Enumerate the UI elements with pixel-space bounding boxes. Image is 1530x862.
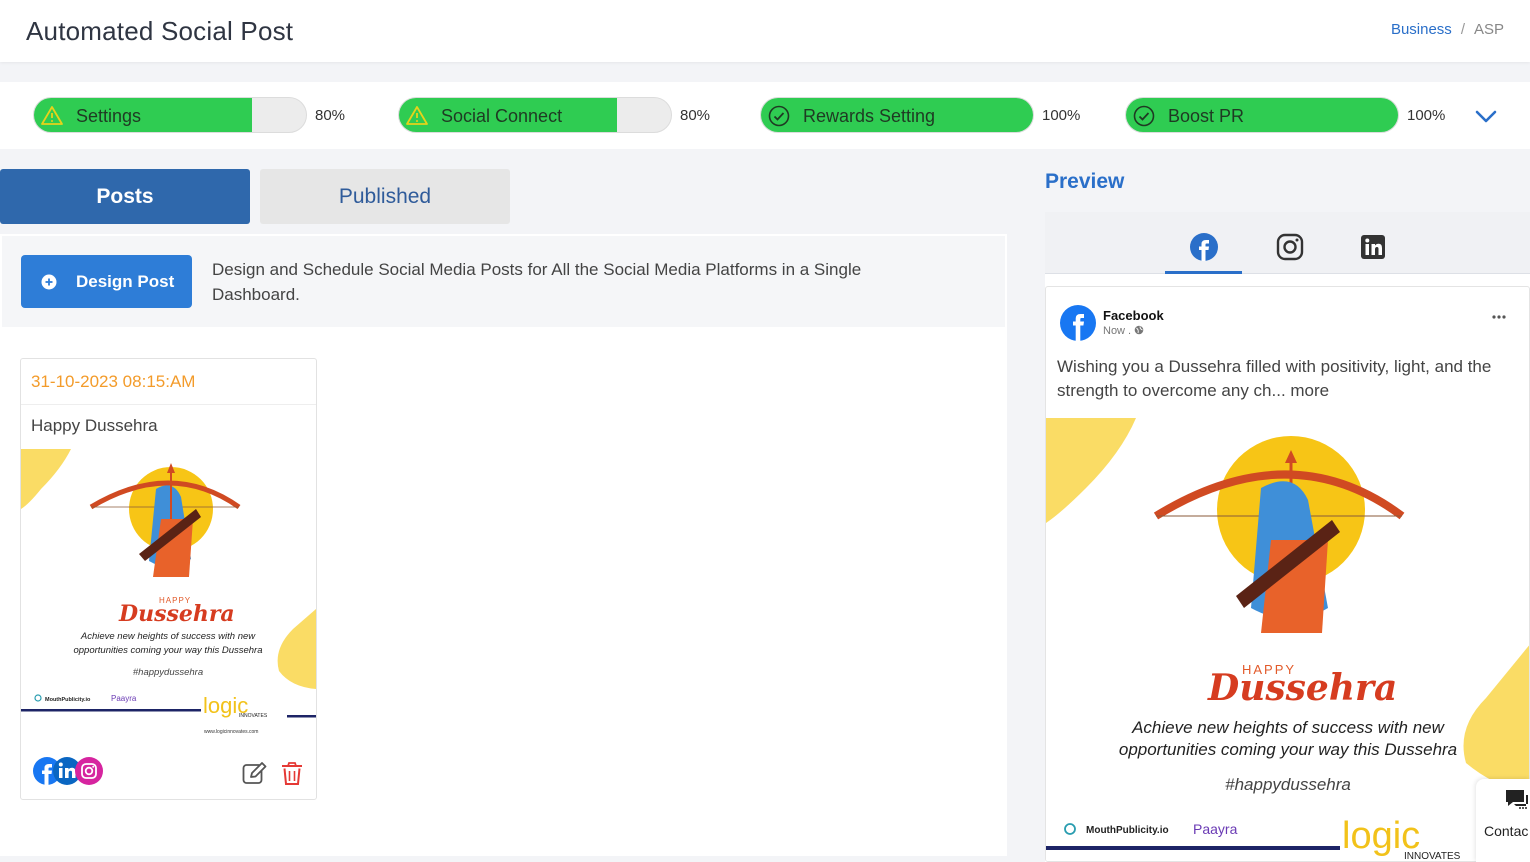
page-title: Automated Social Post [26,16,294,46]
delete-icon[interactable] [282,762,302,785]
image-brand-logic-sub: INNOVATES [239,713,268,719]
contact-label: Contac [1484,823,1529,839]
check-circle-icon [768,105,790,127]
facebook-icon[interactable] [1189,232,1219,262]
tab-posts[interactable]: Posts [0,169,250,224]
image-website: www.logicinnovates.com [204,729,258,735]
image-brand-paayra: Paayra [1193,821,1238,837]
warning-icon [41,106,63,125]
progress-label: Social Connect [441,106,563,126]
design-post-row: Design Post Design and Schedule Social M… [2,236,1005,327]
facebook-avatar [1060,305,1096,341]
progress-fill [1126,98,1398,132]
image-brand-mouthpublicity: MouthPublicity.io [45,697,91,703]
breadcrumb-business-link[interactable]: Business [1391,21,1452,38]
facebook-post-image: HAPPY Dussehra Achieve new heights of su… [1046,418,1529,862]
progress-percent: 100% [1407,107,1446,124]
divider [21,404,316,405]
facebook-post-text: Wishing you a Dussehra filled with posit… [1057,357,1492,400]
contact-widget[interactable]: Contac [1476,779,1530,862]
image-dussehra-text: Dussehra [1207,667,1397,709]
image-line2: opportunities coming your way this Dusse… [1119,740,1457,759]
globe-icon [1134,325,1144,335]
image-line1: Achieve new heights of success with new [1131,718,1446,737]
post-platform-icons [33,757,103,785]
breadcrumb-current: ASP [1473,21,1504,38]
image-dussehra-text: Dussehra [118,601,235,627]
facebook-post-time: Now . [1103,325,1144,337]
breadcrumb-separator: / [1460,21,1465,38]
active-tab-indicator [1165,271,1242,274]
progress-fill [34,98,252,132]
chevron-down-icon[interactable] [1474,104,1498,128]
image-hashtag: #happydussehra [1225,775,1351,794]
posts-panel: Design Post Design and Schedule Social M… [0,234,1007,856]
edit-icon[interactable] [242,762,267,784]
preview-title: Preview [1045,170,1125,193]
image-line1: Achieve new heights of success with new [80,631,256,642]
breadcrumb: Business / ASP [1391,21,1504,38]
facebook-post-preview: Facebook Now . Wishing you a Dussehra fi… [1045,286,1530,862]
image-line2: opportunities coming your way this Dusse… [73,645,262,656]
plus-circle-icon [41,274,57,289]
progress-label: Settings [76,106,142,126]
scheduled-post-card[interactable]: 31-10-2023 08:15:AM Happy Dussehra HAPPY… [20,358,317,800]
setup-progress-strip: Settings 80% Social Connect 80% Rewards … [0,82,1530,149]
post-date: 31-10-2023 08:15:AM [31,372,196,391]
image-hashtag: #happydussehra [133,667,203,678]
instagram-icon[interactable] [1275,232,1305,262]
progress-percent: 80% [315,107,346,124]
design-post-button[interactable]: Design Post [21,255,192,308]
preview-panel: Facebook Now . Wishing you a Dussehra fi… [1045,212,1530,862]
post-title: Happy Dussehra [31,416,158,435]
progress-label: Rewards Setting [803,106,936,126]
design-post-description: Design and Schedule Social Media Posts f… [212,260,862,304]
check-circle-icon [1133,105,1155,127]
image-brand-mouthpublicity: MouthPublicity.io [1086,825,1169,836]
facebook-page-name: Facebook [1103,308,1164,323]
image-brand-paayra: Paayra [111,694,137,703]
design-post-label: Design Post [76,271,175,291]
more-options-icon[interactable] [1491,314,1507,320]
preview-platform-tabs [1045,212,1530,274]
chat-bubble-icon [1506,790,1528,809]
instagram-icon [75,757,103,785]
progress-percent: 80% [680,107,711,124]
warning-icon [406,106,428,125]
tab-published[interactable]: Published [260,169,510,224]
page-header: Automated Social Post Business / ASP [0,0,1530,62]
dussehra-post-image: HAPPY Dussehra Achieve new heights of su… [21,449,316,739]
progress-percent: 100% [1042,107,1081,124]
progress-label: Boost PR [1168,106,1245,126]
image-brand-logic-sub: INNOVATES [1404,851,1461,862]
linkedin-icon[interactable] [1358,232,1388,262]
